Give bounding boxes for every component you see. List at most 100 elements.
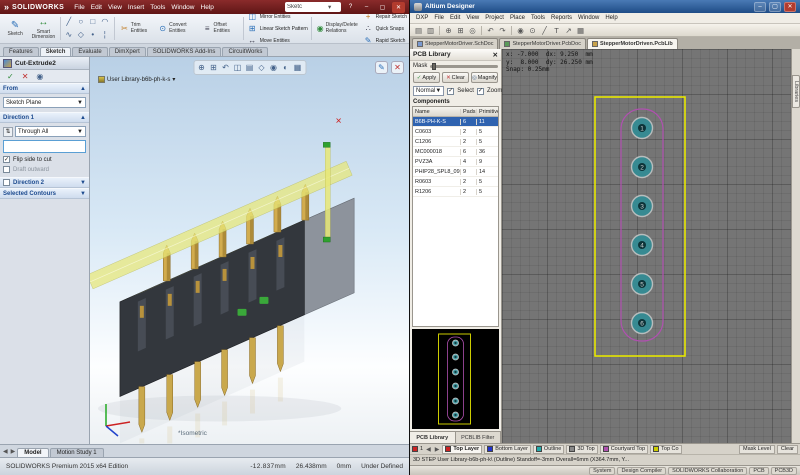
pcb-panels-button[interactable]: PCB bbox=[749, 467, 768, 475]
layer-scroll-left-icon[interactable]: ◀ bbox=[425, 446, 432, 453]
cancel-button[interactable]: ✕ bbox=[22, 72, 29, 81]
tab-scroll-left-icon[interactable]: ◀ bbox=[2, 448, 9, 455]
undo-icon[interactable]: ↶ bbox=[485, 25, 496, 36]
linear-sketch-pattern-button[interactable]: ⊞ Linear Sketch Pattern bbox=[247, 23, 308, 34]
table-row[interactable]: R0603 2 5 bbox=[413, 177, 498, 187]
tab-model[interactable]: Model bbox=[17, 448, 48, 457]
place-string-icon[interactable]: T bbox=[551, 25, 562, 36]
footprint-drawing[interactable]: 1 2 3 4 bbox=[502, 49, 791, 443]
mask-level-button[interactable]: Mask Level bbox=[739, 445, 775, 454]
menu-insert[interactable]: Insert bbox=[125, 4, 147, 11]
menu-edit[interactable]: Edit bbox=[88, 4, 105, 11]
menu-window[interactable]: Window bbox=[168, 4, 197, 11]
clear-mask-button[interactable]: Clear bbox=[777, 445, 798, 454]
footprint-preview[interactable] bbox=[412, 329, 499, 429]
tab-pcblib-filter[interactable]: PCBLIB Filter bbox=[456, 432, 502, 443]
close-button[interactable]: ✕ bbox=[784, 2, 796, 12]
clear-button[interactable]: ✕ Clear bbox=[442, 72, 469, 83]
table-row[interactable]: PVZ3A 4 9 bbox=[413, 157, 498, 167]
repair-sketch-button[interactable]: + Repair Sketch bbox=[363, 11, 407, 22]
menu-project[interactable]: Project bbox=[482, 15, 507, 21]
smart-dimension-button[interactable]: ↔ Smart Dimension bbox=[30, 15, 56, 42]
panel-close-icon[interactable]: ✕ bbox=[493, 51, 498, 59]
draft-outward-checkbox[interactable]: Draft outward bbox=[3, 166, 86, 173]
connector-leg[interactable] bbox=[167, 375, 173, 421]
grid-icon[interactable]: ▦ bbox=[575, 25, 586, 36]
zoom-area-icon[interactable]: ⊞ bbox=[455, 25, 466, 36]
tab-addins[interactable]: SOLIDWORKS Add-Ins bbox=[147, 47, 222, 56]
table-row[interactable]: MC000018 6 36 bbox=[413, 147, 498, 157]
system-panels-button[interactable]: System bbox=[589, 467, 615, 475]
centerline-icon[interactable]: ¦ bbox=[99, 29, 110, 40]
direction-reference-box[interactable] bbox=[3, 140, 86, 153]
appearance-icon[interactable]: ◐ bbox=[280, 62, 291, 73]
direction2-checkbox[interactable] bbox=[3, 179, 10, 186]
solidworks-collaboration-button[interactable]: SOLIDWORKS Collaboration bbox=[668, 467, 747, 475]
polygon-icon[interactable]: ◇ bbox=[75, 29, 86, 40]
mode-select[interactable]: Normal ▼ bbox=[413, 86, 444, 96]
pcb3d-panels-button[interactable]: PCB3D bbox=[771, 467, 797, 475]
sketch-relation-badge[interactable] bbox=[238, 309, 247, 316]
place-pad-icon[interactable]: ◉ bbox=[515, 25, 526, 36]
menu-view[interactable]: View bbox=[105, 4, 125, 11]
section-view-icon[interactable]: ◫ bbox=[232, 62, 243, 73]
sketch-endpoint-handle[interactable] bbox=[323, 142, 330, 147]
connector-leg[interactable] bbox=[222, 350, 228, 396]
help-icon[interactable]: ? bbox=[344, 2, 357, 13]
table-row[interactable]: R1206 2 5 bbox=[413, 187, 498, 197]
menu-file[interactable]: File bbox=[431, 15, 447, 21]
view-orientation-icon[interactable]: ▤ bbox=[244, 62, 255, 73]
move-entities-button[interactable]: ↔ Move Entities bbox=[247, 35, 308, 46]
display-style-icon[interactable]: ◇ bbox=[256, 62, 267, 73]
from-section-header[interactable]: From ▲ bbox=[0, 83, 89, 94]
table-row[interactable]: B6B-PH-K-S 6 11 bbox=[413, 117, 498, 127]
redo-icon[interactable]: ↷ bbox=[497, 25, 508, 36]
open-icon[interactable]: ▤ bbox=[413, 25, 424, 36]
selected-contours-section-header[interactable]: Selected Contours ▼ bbox=[0, 188, 89, 199]
pad-5[interactable]: 5 bbox=[632, 274, 653, 295]
sketch-button[interactable]: ✎ Sketch bbox=[2, 15, 28, 42]
flip-side-checkbox[interactable]: ✓ Flip side to cut bbox=[3, 156, 86, 163]
tab-sketch[interactable]: Sketch bbox=[40, 47, 72, 56]
reverse-direction-button[interactable]: ⇅ bbox=[3, 127, 13, 137]
menu-help[interactable]: Help bbox=[602, 15, 620, 21]
circle-icon[interactable]: ○ bbox=[75, 16, 86, 27]
select-checkbox[interactable]: ✓ Select bbox=[447, 88, 474, 95]
layer-tab-top-co[interactable]: Top Co bbox=[650, 445, 681, 454]
minimize-button[interactable]: – bbox=[754, 2, 766, 12]
menu-dxp[interactable]: DXP bbox=[413, 15, 431, 21]
hide-show-icon[interactable]: ◉ bbox=[268, 62, 279, 73]
place-via-icon[interactable]: ⊙ bbox=[527, 25, 538, 36]
graphics-area[interactable]: ✕ ⊕ ⊞ ↶ ◫ ▤ ◇ ◉ ◐ ▦ User Library-b6b-ph-… bbox=[90, 57, 409, 444]
trim-entities-button[interactable]: ✂ Trim Entities bbox=[118, 15, 154, 42]
end-condition-select[interactable]: Through All ▼ bbox=[15, 126, 86, 137]
menu-place[interactable]: Place bbox=[507, 15, 528, 21]
direction1-section-header[interactable]: Direction 1 ▲ bbox=[0, 112, 89, 123]
zoom-area-icon[interactable]: ⊞ bbox=[208, 62, 219, 73]
maximize-button[interactable]: ▢ bbox=[769, 2, 781, 12]
place-line-icon[interactable]: ╱ bbox=[539, 25, 550, 36]
sketch-relation-badge[interactable] bbox=[259, 297, 268, 304]
tab-dimxpert[interactable]: DimXpert bbox=[109, 47, 146, 56]
breadcrumb[interactable]: User Library-b6b-ph-k-s ▾ bbox=[98, 76, 175, 83]
menu-help[interactable]: Help bbox=[198, 4, 217, 11]
point-icon[interactable]: • bbox=[87, 29, 98, 40]
connector-leg[interactable] bbox=[277, 326, 283, 372]
menu-view[interactable]: View bbox=[463, 15, 482, 21]
layer-tab-courtyard-top[interactable]: Courtyard Top bbox=[600, 445, 648, 454]
layer-tab-top[interactable]: Top Layer bbox=[442, 445, 482, 454]
menu-reports[interactable]: Reports bbox=[548, 15, 575, 21]
spline-icon[interactable]: ∿ bbox=[63, 29, 74, 40]
menu-edit[interactable]: Edit bbox=[447, 15, 463, 21]
search-input[interactable] bbox=[287, 4, 327, 10]
exit-sketch-icon[interactable]: ✎ bbox=[375, 61, 388, 74]
tab-evaluate[interactable]: Evaluate bbox=[72, 47, 107, 56]
apply-button[interactable]: ✓ Apply bbox=[413, 72, 440, 83]
layer-tab-bottom[interactable]: Bottom Layer bbox=[484, 445, 531, 454]
magnify-button[interactable]: ◎ Magnify bbox=[471, 72, 498, 83]
rectangle-icon[interactable]: □ bbox=[87, 16, 98, 27]
layer-tab-outline[interactable]: Outline bbox=[533, 445, 564, 454]
menu-window[interactable]: Window bbox=[575, 15, 602, 21]
sketch-endpoint-handle[interactable] bbox=[323, 237, 330, 242]
arc-icon[interactable]: ◠ bbox=[99, 16, 110, 27]
